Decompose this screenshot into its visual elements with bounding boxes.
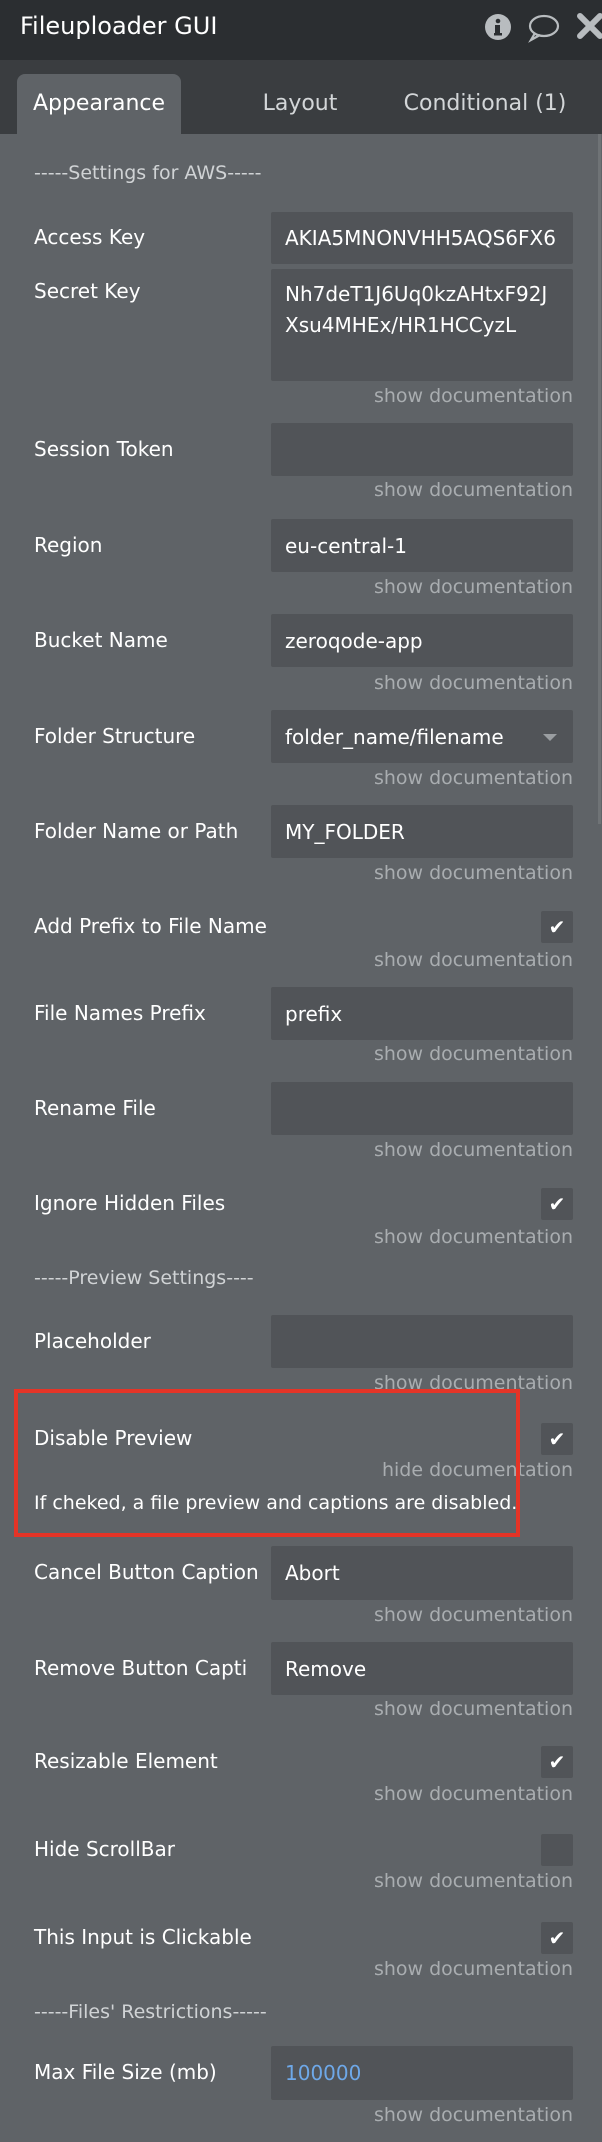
field-label: Hide ScrollBar [34,1837,175,1861]
folder-structure-dropdown[interactable]: folder_name/filename [271,710,573,763]
panel-header: Fileuploader GUI [0,0,602,60]
checkmark-icon: ✔ [548,1926,566,1950]
field-value: Nh7deT1J6Uq0kzAHtxF92JXsu4MHEx/HR1HCCyzL [285,282,548,337]
session-token-input[interactable] [271,423,573,476]
field-label: Bucket Name [34,627,168,652]
show-documentation-link[interactable]: show documentation [374,767,573,789]
field-label: Remove Button Capti [34,1655,248,1680]
show-documentation-link[interactable]: show documentation [374,479,573,501]
cancel-button-caption-input[interactable]: Abort [271,1546,573,1600]
field-label: Session Token [34,436,174,461]
field-label: File Names Prefix [34,1000,206,1025]
show-documentation-link[interactable]: show documentation [374,385,573,407]
show-documentation-link[interactable]: show documentation [374,1139,573,1161]
access-key-input[interactable]: AKIA5MNONVHH5AQS6FX6 [271,212,573,264]
field-label: Add Prefix to File Name [34,914,267,938]
section-heading: -----Preview Settings---- [34,1267,254,1289]
show-documentation-link[interactable]: show documentation [374,1958,573,1980]
field-label: Secret Key [34,279,141,303]
field-label: Resizable Element [34,1749,218,1773]
show-documentation-link[interactable]: show documentation [374,1604,573,1626]
field-label: Access Key [34,225,146,249]
section-heading: -----Files' Restrictions----- [34,2001,267,2023]
field-label: Cancel Button Caption [34,1560,259,1584]
show-documentation-link[interactable]: show documentation [374,862,573,884]
field-value: zeroqode-app [285,628,423,653]
checkmark-icon: ✔ [548,1427,566,1451]
field-value: eu-central-1 [285,533,407,558]
show-documentation-link[interactable]: show documentation [374,949,573,971]
field-value: Abort [285,1561,340,1585]
field-label: This Input is Clickable [34,1925,252,1949]
show-documentation-link[interactable]: show documentation [374,1043,573,1065]
field-value: 100000 [285,2061,362,2085]
field-label: Max File Size (mb) [34,2060,217,2084]
show-documentation-link[interactable]: show documentation [374,1226,573,1248]
tab-layout[interactable]: Layout [235,74,365,134]
field-label: Folder Name or Path [34,818,239,843]
file-names-prefix-input[interactable]: prefix [271,987,573,1040]
tab-conditional[interactable]: Conditional (1) [400,74,570,134]
checkmark-icon: ✔ [548,915,566,939]
show-documentation-link[interactable]: show documentation [374,1870,573,1892]
section-heading: -----Settings for AWS----- [34,162,262,184]
checkmark-icon: ✔ [548,1750,566,1774]
bucket-name-input[interactable]: zeroqode-app [271,614,573,667]
field-value: MY_FOLDER [285,819,405,844]
add-prefix-to-file-name-checkbox[interactable]: ✔ [541,911,573,943]
field-label: Region [34,532,103,557]
show-documentation-link[interactable]: show documentation [374,1783,573,1805]
rename-file-input[interactable] [271,1082,573,1135]
field-value: prefix [285,1001,343,1026]
remove-button-capti-input[interactable]: Remove [271,1642,573,1695]
this-input-is-clickable-checkbox[interactable]: ✔ [541,1922,573,1954]
tab-bar: Appearance Layout Conditional (1) [0,60,602,134]
region-input[interactable]: eu-central-1 [271,519,573,572]
show-documentation-link[interactable]: show documentation [374,1698,573,1720]
field-value: folder_name/filename [285,724,504,749]
field-label: Ignore Hidden Files [34,1191,226,1215]
comment-icon[interactable] [526,13,560,50]
info-icon[interactable] [484,13,512,48]
hide-scrollbar-checkbox[interactable] [541,1834,573,1866]
folder-name-or-path-input[interactable]: MY_FOLDER [271,805,573,858]
field-label: Rename File [34,1095,156,1120]
field-value: AKIA5MNONVHH5AQS6FX6 [285,226,556,250]
secret-key-input[interactable]: Nh7deT1J6Uq0kzAHtxF92JXsu4MHEx/HR1HCCyzL [271,269,573,381]
field-label: Placeholder [34,1328,151,1353]
tab-appearance[interactable]: Appearance [17,74,181,134]
checkmark-icon: ✔ [548,1192,566,1216]
ignore-hidden-files-checkbox[interactable]: ✔ [541,1188,573,1220]
show-documentation-link[interactable]: show documentation [374,2104,573,2126]
panel-title: Fileuploader GUI [20,12,218,40]
disable-preview-checkbox[interactable]: ✔ [541,1423,573,1455]
close-icon[interactable] [577,13,602,46]
chevron-down-icon [543,734,557,741]
field-label: Folder Structure [34,723,196,748]
show-documentation-link[interactable]: show documentation [374,672,573,694]
highlight-box [14,1389,520,1537]
max-file-size-mb-input[interactable]: 100000 [271,2046,573,2100]
field-value: Remove [285,1656,367,1681]
show-documentation-link[interactable]: show documentation [374,576,573,598]
placeholder-input[interactable] [271,1315,573,1368]
scrollbar[interactable] [598,134,601,824]
resizable-element-checkbox[interactable]: ✔ [541,1746,573,1778]
